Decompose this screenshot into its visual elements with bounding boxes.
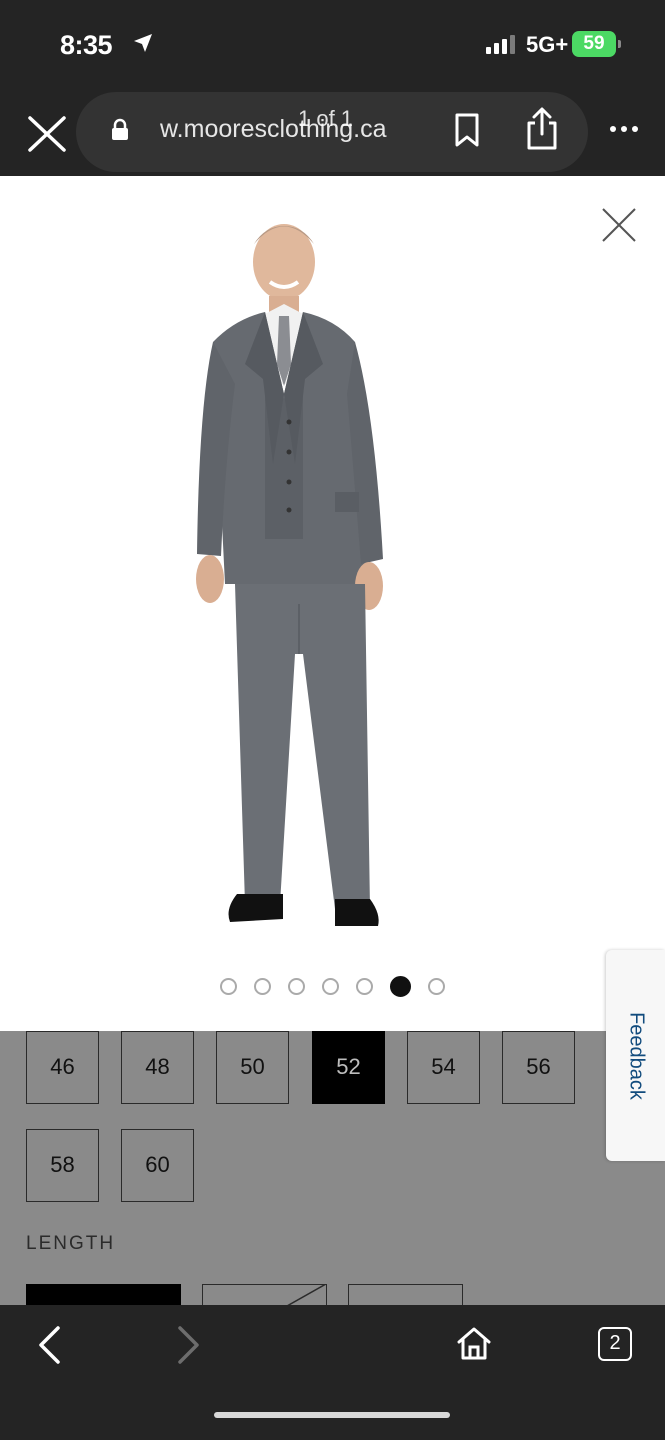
home-indicator[interactable] [214, 1412, 450, 1418]
gallery-dot-active[interactable] [390, 976, 411, 997]
share-icon[interactable] [524, 106, 560, 152]
network-type: 5G+ [526, 32, 569, 57]
length-option-unavailable[interactable] [202, 1284, 327, 1305]
length-label: LENGTH [26, 1233, 116, 1254]
gallery-dot[interactable] [322, 978, 339, 995]
strikethrough-icon [287, 1284, 327, 1305]
battery-indicator: 59 [572, 31, 621, 57]
gallery-pagination [0, 976, 665, 997]
bookmark-icon[interactable] [452, 112, 482, 148]
gallery-dot[interactable] [356, 978, 373, 995]
status-time: 8:35 [60, 30, 113, 60]
feedback-tab[interactable]: Feedback [606, 950, 665, 1161]
more-options-icon[interactable] [610, 126, 638, 132]
product-image[interactable] [185, 204, 415, 929]
size-option-selected[interactable]: 52 [312, 1031, 385, 1104]
close-gallery-icon[interactable] [600, 206, 638, 244]
product-options-overlay: 46 48 50 52 54 56 58 60 LENGTH [0, 1031, 665, 1305]
lock-icon [112, 118, 128, 140]
location-arrow-icon [134, 34, 152, 52]
gallery-dot[interactable] [428, 978, 445, 995]
size-option[interactable]: 50 [216, 1031, 289, 1104]
browser-bottom-bar: 2 [0, 1305, 665, 1440]
size-option[interactable]: 46 [26, 1031, 99, 1104]
gallery-dot[interactable] [220, 978, 237, 995]
forward-arrow-icon[interactable] [176, 1325, 202, 1365]
size-option[interactable]: 48 [121, 1031, 194, 1104]
size-option[interactable]: 60 [121, 1129, 194, 1202]
home-icon[interactable] [456, 1325, 492, 1361]
size-option[interactable]: 58 [26, 1129, 99, 1202]
size-option[interactable]: 54 [407, 1031, 480, 1104]
gallery-dot[interactable] [254, 978, 271, 995]
signal-icon [486, 34, 515, 54]
page-count: 1 of 1 [298, 106, 354, 131]
browser-toolbar: w.mooresclоthing.ca 1 of 1 [0, 88, 665, 176]
size-option[interactable]: 56 [502, 1031, 575, 1104]
battery-level: 59 [583, 33, 605, 54]
feedback-label: Feedback [625, 1011, 647, 1100]
phone-screen: 8:35 5G+ 59 w.mooresclоthing.ca 1 of 1 4… [0, 0, 665, 1440]
status-bar: 8:35 5G+ 59 [0, 0, 665, 88]
gallery-dot[interactable] [288, 978, 305, 995]
length-option-selected[interactable] [26, 1284, 181, 1305]
product-gallery [0, 176, 665, 1031]
length-option[interactable] [348, 1284, 463, 1305]
close-tab-icon[interactable] [20, 106, 72, 158]
tabs-button[interactable]: 2 [598, 1327, 632, 1361]
back-arrow-icon[interactable] [36, 1325, 62, 1365]
